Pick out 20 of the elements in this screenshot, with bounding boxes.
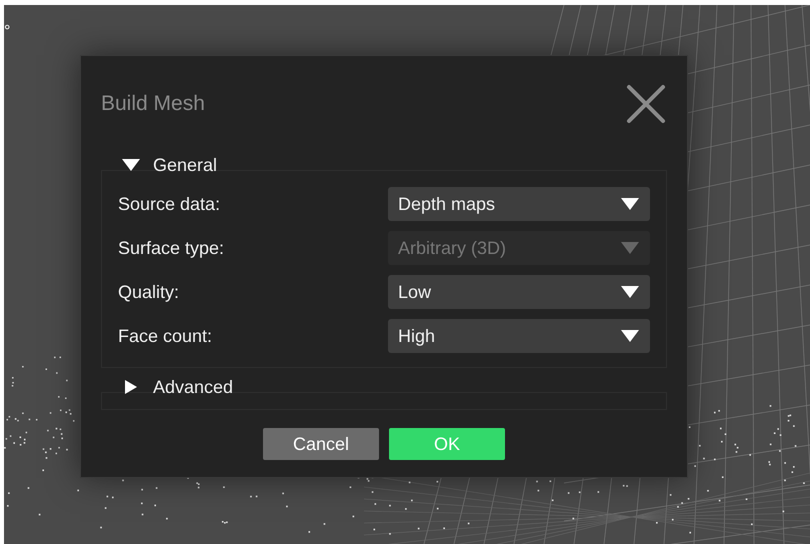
field-label: Face count: — [118, 326, 212, 346]
dropdown[interactable]: High — [388, 319, 650, 353]
section-toggle[interactable] — [121, 158, 141, 172]
close-button[interactable] — [626, 84, 666, 124]
field-label: Quality: — [118, 282, 180, 302]
dropdown-arrow-icon — [620, 285, 640, 299]
angle-label: ° — [4, 23, 10, 41]
field-label: Surface type: — [118, 238, 224, 258]
expanded-triangle-icon — [121, 158, 141, 172]
dialog-title: Build Mesh — [101, 92, 205, 116]
section-title: Advanced — [153, 376, 234, 398]
field-label: Source data: — [118, 194, 220, 214]
dropdown[interactable]: Low — [388, 275, 650, 309]
dropdown-arrow-icon — [620, 241, 640, 255]
dropdown-arrow-icon — [620, 197, 640, 211]
dropdown-arrow-icon — [620, 329, 640, 343]
close-icon — [626, 84, 666, 124]
section-title: General — [153, 154, 218, 176]
dropdown[interactable]: Depth maps — [388, 187, 650, 221]
cancel-button[interactable]: Cancel — [263, 428, 379, 460]
